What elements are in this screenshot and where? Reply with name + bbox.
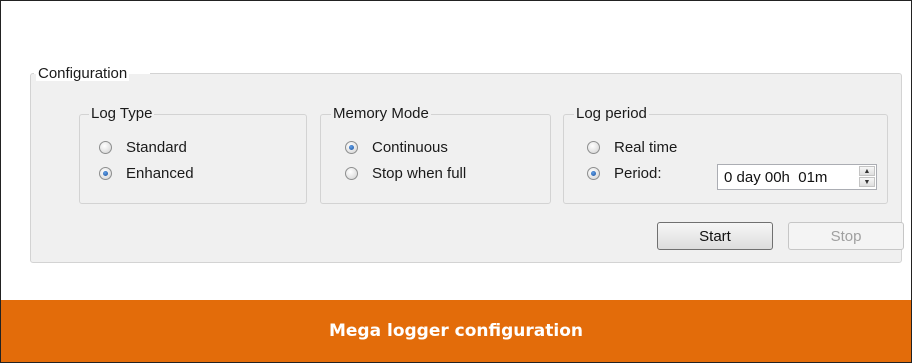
log-period-group	[563, 114, 888, 204]
radio-period-label: Period:	[614, 165, 662, 182]
memory-mode-title: Memory Mode	[331, 105, 431, 122]
start-button[interactable]: Start	[657, 222, 773, 250]
radio-stop-when-full-label: Stop when full	[372, 165, 467, 182]
radio-continuous[interactable]: Continuous	[345, 139, 448, 156]
radio-stop-when-full[interactable]: Stop when full	[345, 165, 466, 182]
radio-button-checked-icon[interactable]	[99, 167, 112, 180]
configuration-title: Configuration	[36, 65, 130, 82]
radio-enhanced[interactable]: Enhanced	[99, 165, 194, 182]
caption-bar: Mega logger configuration	[1, 300, 911, 362]
spinner-buttons: ▲ ▼	[859, 166, 875, 188]
log-period-title: Log period	[574, 105, 649, 122]
radio-button-icon[interactable]	[587, 141, 600, 154]
radio-enhanced-label: Enhanced	[126, 165, 194, 182]
caption-text: Mega logger configuration	[328, 321, 583, 341]
memory-mode-group	[320, 114, 551, 204]
radio-continuous-label: Continuous	[372, 139, 448, 156]
radio-real-time[interactable]: Real time	[587, 139, 677, 156]
spin-down-icon[interactable]: ▼	[859, 177, 875, 187]
stop-button[interactable]: Stop	[788, 222, 904, 250]
spin-up-icon[interactable]: ▲	[859, 166, 875, 176]
log-type-group	[79, 114, 307, 204]
radio-button-icon[interactable]	[99, 141, 112, 154]
radio-button-icon[interactable]	[345, 167, 358, 180]
radio-button-checked-icon[interactable]	[587, 167, 600, 180]
radio-standard[interactable]: Standard	[99, 139, 187, 156]
log-type-title: Log Type	[89, 105, 155, 122]
radio-period[interactable]: Period:	[587, 165, 662, 182]
period-spinner[interactable]: 0 day 00h 01m ▲ ▼	[717, 164, 877, 190]
radio-real-time-label: Real time	[614, 139, 678, 156]
radio-standard-label: Standard	[126, 139, 187, 156]
period-value[interactable]: 0 day 00h 01m	[724, 169, 827, 186]
radio-button-checked-icon[interactable]	[345, 141, 358, 154]
